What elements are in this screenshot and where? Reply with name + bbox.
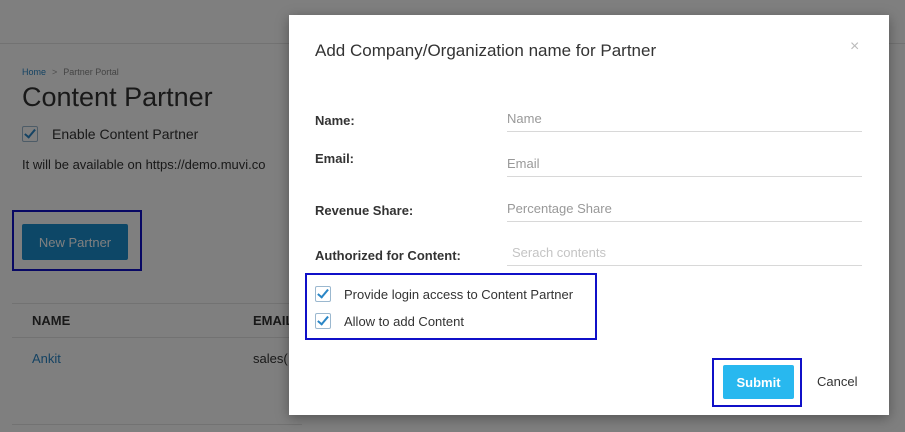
content-search-input[interactable] — [507, 240, 862, 266]
add-partner-modal: Add Company/Organization name for Partne… — [289, 15, 889, 415]
close-icon[interactable]: × — [850, 38, 859, 56]
highlight-box-checkboxes — [305, 273, 597, 340]
email-input[interactable] — [507, 151, 862, 177]
authorized-content-label: Authorized for Content: — [315, 248, 461, 263]
cancel-button[interactable]: Cancel — [817, 374, 857, 389]
revenue-share-input[interactable] — [507, 196, 862, 222]
name-label: Name: — [315, 113, 355, 128]
name-input[interactable] — [507, 106, 862, 132]
modal-title: Add Company/Organization name for Partne… — [315, 41, 657, 60]
email-label: Email: — [315, 151, 355, 166]
highlight-box-submit — [712, 358, 802, 407]
revenue-share-label: Revenue Share: — [315, 203, 414, 218]
